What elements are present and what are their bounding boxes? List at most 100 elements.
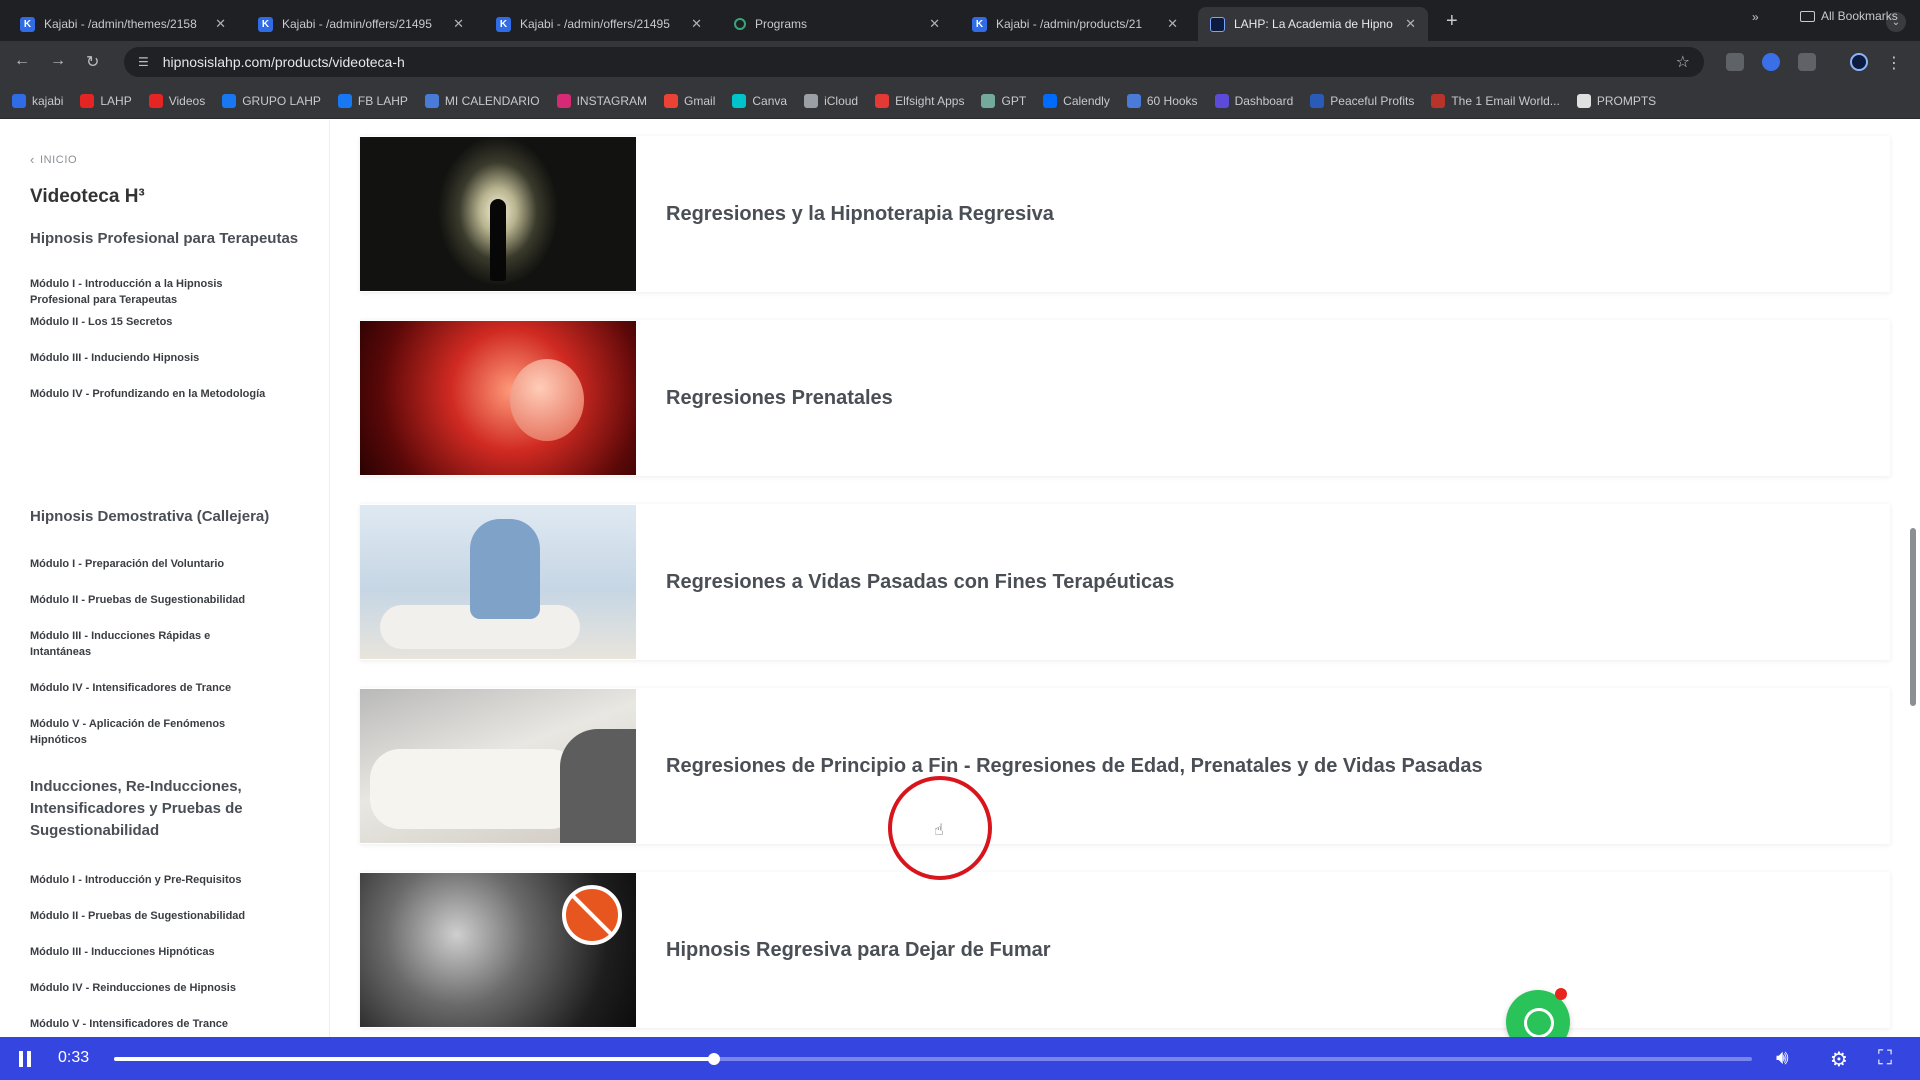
lesson-card[interactable]: Hipnosis Regresiva para Dejar de Fumar — [360, 872, 1890, 1028]
extension-icon[interactable] — [1762, 53, 1780, 71]
lesson-card-title[interactable]: Regresiones y la Hipnoterapia Regresiva — [666, 203, 1054, 226]
bookmark-item[interactable]: 60 Hooks — [1126, 93, 1198, 108]
bookmark-item[interactable]: MI CALENDARIO — [424, 93, 540, 108]
lesson-card-title[interactable]: Regresiones Prenatales — [666, 387, 893, 410]
browser-tab-6-active[interactable]: LAHP: La Academia de Hipno ✕ — [1198, 7, 1428, 41]
fetus-image — [510, 359, 584, 441]
bookmark-item[interactable]: Canva — [732, 93, 787, 108]
tab-close-icon[interactable]: ✕ — [929, 16, 940, 32]
back-arrow-icon[interactable]: ← — [14, 52, 30, 70]
sidebar-lesson-link[interactable]: Módulo II - Pruebas de Sugestionabilidad — [30, 908, 270, 924]
sidebar-lesson-link[interactable]: Módulo I - Preparación del Voluntario — [30, 556, 270, 572]
tab-close-icon[interactable]: ✕ — [691, 16, 702, 32]
lesson-thumbnail[interactable] — [360, 137, 636, 291]
bookmark-item[interactable]: Videos — [148, 93, 205, 108]
bookmark-item[interactable]: PROMPTS — [1576, 93, 1656, 108]
bookmark-item[interactable]: iCloud — [804, 93, 858, 108]
tab-close-icon[interactable]: ✕ — [1405, 16, 1416, 32]
bookmark-favicon-icon — [12, 93, 26, 108]
tab-label: Programs — [755, 17, 808, 31]
new-tab-button[interactable]: + — [1446, 10, 1458, 33]
bookmark-item[interactable]: Calendly — [1043, 93, 1110, 108]
back-label: INICIO — [39, 153, 78, 166]
profile-avatar-icon[interactable] — [1850, 53, 1868, 71]
back-to-home-link[interactable]: ‹ INICIO — [30, 152, 77, 167]
bookmark-favicon-icon — [732, 93, 747, 108]
therapist-image — [470, 519, 540, 619]
bookmark-item[interactable]: Elfsight Apps — [875, 93, 964, 108]
sofa-patient-image — [370, 749, 580, 829]
sidebar-lesson-link[interactable]: Módulo III - Induciendo Hipnosis — [30, 350, 270, 366]
bookmark-favicon-icon — [222, 93, 237, 108]
browser-tab-bar: K Kajabi - /admin/themes/2158 ✕ K Kajabi… — [0, 0, 1920, 41]
lesson-card[interactable]: Regresiones de Principio a Fin - Regresi… — [360, 688, 1890, 844]
lesson-card-title[interactable]: Hipnosis Regresiva para Dejar de Fumar — [666, 939, 1051, 962]
bookmark-item[interactable]: INSTAGRAM — [556, 93, 647, 108]
settings-gear-icon[interactable]: ⚙ — [1830, 1047, 1848, 1072]
course-sidebar: ‹ INICIO Videoteca H³ Hipnosis Profesion… — [0, 120, 330, 1037]
scrollbar-thumb[interactable] — [1910, 528, 1916, 706]
url-text[interactable]: hipnosislahp.com/products/videoteca-h — [163, 54, 405, 70]
forward-arrow-icon[interactable]: → — [50, 52, 66, 70]
bookmark-item[interactable]: The 1 Email World... — [1431, 93, 1560, 108]
browser-tab-1[interactable]: K Kajabi - /admin/themes/2158 ✕ — [8, 7, 238, 41]
sidebar-lesson-link[interactable]: Módulo IV - Reinducciones de Hipnosis — [30, 980, 270, 996]
sidebar-lesson-link[interactable]: Módulo I - Introducción a la Hipnosis Pr… — [30, 276, 270, 308]
lesson-thumbnail[interactable] — [360, 689, 636, 843]
lesson-card[interactable]: Regresiones y la Hipnoterapia Regresiva — [360, 136, 1890, 292]
tab-label: LAHP: La Academia de Hipno — [1234, 17, 1393, 31]
reload-icon[interactable]: ↻ — [86, 52, 99, 72]
bookmark-star-icon[interactable]: ☆ — [1676, 52, 1690, 72]
all-bookmarks-button[interactable]: All Bookmarks — [1800, 9, 1898, 23]
browser-menu-icon[interactable]: ⋮ — [1886, 53, 1902, 73]
tab-close-icon[interactable]: ✕ — [1167, 16, 1178, 32]
bookmark-label: The 1 Email World... — [1451, 93, 1560, 108]
bookmark-item[interactable]: GPT — [981, 93, 1026, 108]
lesson-thumbnail[interactable] — [360, 321, 636, 475]
browser-tab-5[interactable]: K Kajabi - /admin/products/21 ✕ — [960, 7, 1190, 41]
sidebar-lesson-link[interactable]: Módulo V - Aplicación de Fenómenos Hipnó… — [30, 716, 270, 748]
sidebar-lesson-link[interactable]: Módulo V - Intensificadores de Trance — [30, 1016, 270, 1032]
volume-icon[interactable]: 🔊︎ — [1776, 1047, 1789, 1070]
sidebar-lesson-link[interactable]: Módulo IV - Intensificadores de Trance — [30, 680, 270, 696]
bookmark-item[interactable]: LAHP — [80, 93, 132, 108]
lesson-thumbnail[interactable] — [360, 505, 636, 659]
lesson-card-title[interactable]: Regresiones de Principio a Fin - Regresi… — [666, 755, 1483, 778]
sidebar-lesson-link[interactable]: Módulo III - Inducciones Hipnóticas — [30, 944, 270, 960]
site-info-icon[interactable]: ☰ — [138, 55, 149, 69]
bookmark-item[interactable]: Gmail — [664, 93, 715, 108]
tab-close-icon[interactable]: ✕ — [453, 16, 464, 32]
browser-tab-4[interactable]: Programs ✕ — [722, 7, 952, 41]
extensions-puzzle-icon[interactable] — [1798, 53, 1816, 71]
bookmark-item[interactable]: Dashboard — [1214, 93, 1293, 108]
sidebar-lesson-link[interactable]: Módulo III - Inducciones Rápidas e Intan… — [30, 628, 270, 660]
address-bar[interactable]: ☰ hipnosislahp.com/products/videoteca-h … — [124, 47, 1704, 77]
sidebar-section-title[interactable]: Hipnosis Demostrativa (Callejera) — [30, 506, 300, 528]
sidebar-lesson-link[interactable]: Módulo I - Introducción y Pre-Requisitos — [30, 872, 270, 888]
lesson-thumbnail[interactable] — [360, 873, 636, 1027]
sidebar-lesson-link[interactable]: Módulo II - Pruebas de Sugestionabilidad — [30, 592, 270, 608]
tab-close-icon[interactable]: ✕ — [215, 16, 226, 32]
bookmark-item[interactable]: kajabi — [12, 93, 64, 108]
bookmark-item[interactable]: GRUPO LAHP — [222, 93, 321, 108]
fullscreen-icon[interactable]: ⛶ — [1878, 1047, 1892, 1070]
seek-handle[interactable] — [707, 1053, 720, 1065]
lesson-card[interactable]: Regresiones a Vidas Pasadas con Fines Te… — [360, 504, 1890, 660]
browser-tab-2[interactable]: K Kajabi - /admin/offers/21495 ✕ — [246, 7, 476, 41]
seek-bar[interactable] — [114, 1053, 1752, 1065]
sidebar-section-title[interactable]: Hipnosis Profesional para Terapeutas — [30, 228, 300, 250]
lesson-card-title[interactable]: Regresiones a Vidas Pasadas con Fines Te… — [666, 571, 1174, 594]
pause-icon[interactable] — [18, 1051, 32, 1067]
sidebar-section-title[interactable]: Inducciones, Re-Inducciones, Intensifica… — [30, 776, 300, 842]
sidebar-lesson-link[interactable]: Módulo II - Los 15 Secretos — [30, 314, 270, 330]
sidebar-lesson-link[interactable]: Módulo IV - Profundizando en la Metodolo… — [30, 386, 270, 402]
lesson-card[interactable]: Regresiones Prenatales — [360, 320, 1890, 476]
bookmarks-overflow-icon[interactable]: » — [1752, 10, 1759, 24]
bookmarks-bar: kajabi LAHP Videos GRUPO LAHP FB LAHP MI CALE… — [0, 83, 1920, 119]
extension-icon[interactable] — [1726, 53, 1744, 71]
bookmark-item[interactable]: FB LAHP — [337, 93, 408, 108]
bookmark-item[interactable]: Peaceful Profits — [1310, 93, 1414, 108]
browser-tab-3[interactable]: K Kajabi - /admin/offers/21495 ✕ — [484, 7, 714, 41]
bookmark-label: kajabi — [32, 93, 64, 108]
bookmark-favicon-icon — [664, 93, 679, 108]
